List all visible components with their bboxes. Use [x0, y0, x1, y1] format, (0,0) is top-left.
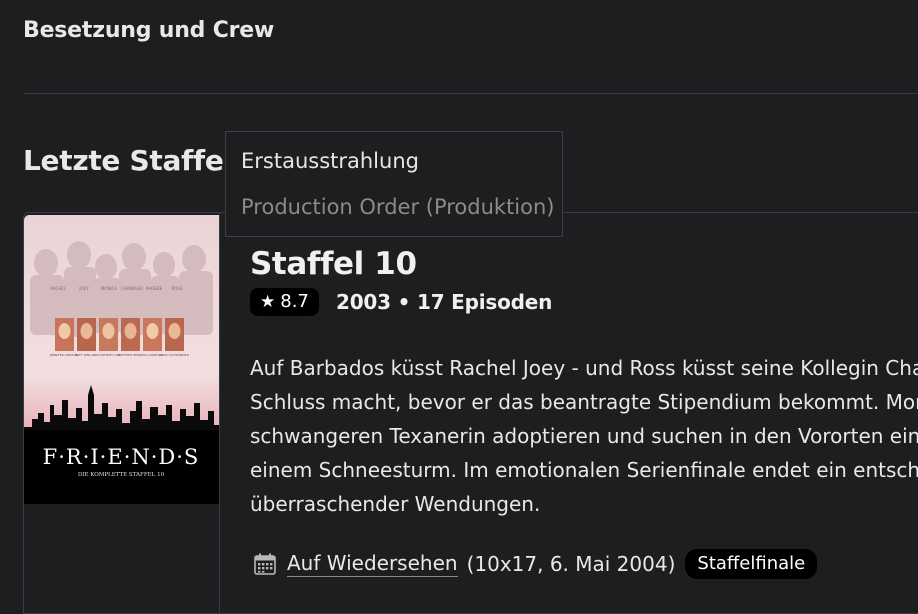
calendar-icon [254, 553, 276, 575]
poster-top-name: CHANDLER [121, 286, 143, 291]
star-icon: ★ [260, 292, 276, 312]
poster-top-name: PHOEBE [146, 286, 163, 291]
overview-line: schwangeren Texanerin adoptieren und suc… [250, 424, 918, 448]
overview-line: Auf Barbados küsst Rachel Joey - und Ros… [250, 356, 918, 380]
season-finale-badge: Staffelfinale [685, 549, 818, 579]
dropdown-option-production-order[interactable]: Production Order (Produktion) [241, 195, 554, 219]
overview-line: überraschender Wendungen. [250, 492, 541, 516]
section-divider [23, 93, 918, 94]
poster-top-name: ROSS [171, 286, 182, 291]
poster-top-name: RACHEL [50, 286, 67, 291]
poster-cast-name: DAVID SCHWIMMER [159, 353, 189, 357]
poster-logo: F·R·I·E·N·D·S [43, 445, 200, 469]
season-overview: Auf Barbados küsst Rachel Joey - und Ros… [250, 351, 918, 521]
season-meta: 2003 • 17 Episoden [336, 290, 553, 314]
rating-value: 8.7 [280, 291, 309, 312]
overview-line: Schluss macht, bevor er das beantragte S… [250, 390, 918, 414]
last-episode-row: Auf Wiedersehen (10x17, 6. Mai 2004) Sta… [254, 548, 818, 580]
poster-subtitle: DIE KOMPLETTE STAFFEL 10 [78, 472, 165, 478]
last-episode-details: (10x17, 6. Mai 2004) [466, 552, 676, 576]
dropdown-option-first-aired[interactable]: Erstausstrahlung [241, 149, 419, 173]
poster-top-name: MONICA [101, 286, 118, 291]
season-poster[interactable]: RACHEL JOEY MONICA CHANDLER PHOEBE ROSS [24, 215, 219, 504]
poster-image: RACHEL JOEY MONICA CHANDLER PHOEBE ROSS [24, 215, 219, 504]
rating-badge: ★ 8.7 [250, 288, 319, 316]
last-episode-link[interactable]: Auf Wiedersehen [287, 551, 458, 577]
poster-cast-name: MATTHEW PERRY [117, 353, 143, 357]
sort-order-dropdown[interactable]: Erstausstrahlung Production Order (Produ… [225, 131, 563, 237]
overview-line: einem Schneesturm. Im emotionalen Serien… [250, 458, 918, 482]
poster-cast-name: MATT LEBLANC [75, 353, 98, 357]
cast-crew-link[interactable]: Besetzung und Crew [23, 18, 274, 43]
poster-column: RACHEL JOEY MONICA CHANDLER PHOEBE ROSS [24, 213, 220, 613]
last-season-heading: Letzte Staffel [23, 144, 233, 177]
poster-top-name: JOEY [78, 286, 89, 291]
season-title[interactable]: Staffel 10 [250, 246, 417, 282]
